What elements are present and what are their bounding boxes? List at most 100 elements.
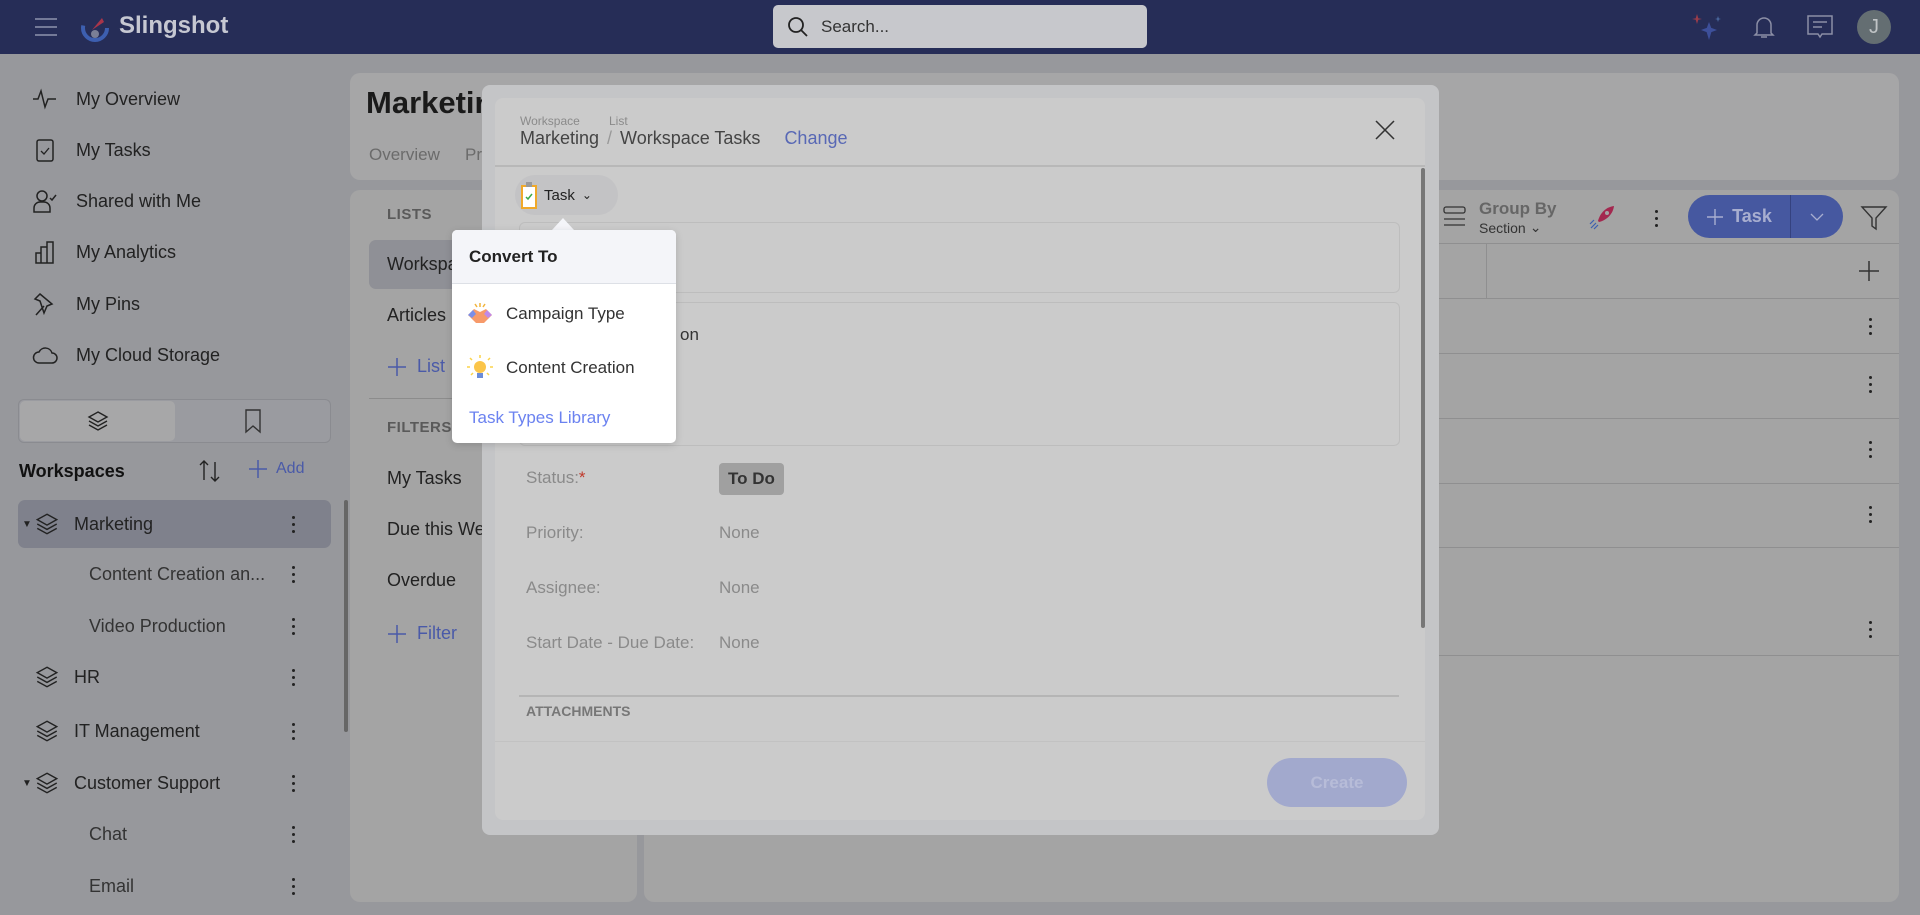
add-task-dropdown-button[interactable]	[1791, 195, 1843, 238]
row-more-icon[interactable]	[1860, 499, 1880, 529]
status-badge[interactable]: To Do	[719, 463, 784, 495]
group-by-label: Group By	[1479, 199, 1557, 218]
breadcrumb: Marketing / Workspace Tasks Change	[520, 128, 848, 149]
row-more-icon[interactable]	[1860, 614, 1880, 644]
lists-title: LISTS	[387, 206, 433, 223]
hamburger-menu-icon[interactable]	[33, 14, 59, 40]
activity-icon	[33, 88, 56, 110]
footer-divider	[495, 741, 1425, 742]
workspace-item[interactable]: Content Creation an...	[18, 550, 331, 598]
add-workspace-button[interactable]: Add	[248, 459, 304, 479]
workspace-item[interactable]: ▼ Marketing	[18, 500, 331, 548]
workspace-more-icon[interactable]	[283, 871, 303, 901]
nav-my-pins[interactable]: My Pins	[32, 287, 140, 321]
workspace-item[interactable]: ▼ Customer Support	[18, 759, 331, 807]
workspace-more-icon[interactable]	[283, 611, 303, 641]
caret-down-icon[interactable]: ▼	[22, 519, 32, 530]
user-avatar[interactable]: J	[1857, 10, 1891, 44]
add-list-button[interactable]: List	[387, 356, 445, 377]
plus-icon	[1707, 208, 1724, 225]
task-type-label: Task	[544, 186, 575, 204]
notifications-bell-icon[interactable]	[1751, 14, 1777, 40]
change-location-link[interactable]: Change	[784, 128, 847, 149]
sidebar-scrollbar[interactable]	[344, 500, 348, 732]
ai-sparkle-icon[interactable]	[1691, 12, 1723, 44]
workspace-item[interactable]: HR	[18, 653, 331, 701]
group-by-icon[interactable]	[1443, 205, 1467, 229]
group-by-value: Section	[1479, 219, 1526, 236]
nav-my-tasks[interactable]: My Tasks	[32, 133, 151, 167]
add-filter-button[interactable]: Filter	[387, 623, 457, 644]
task-types-library-link[interactable]: Task Types Library	[469, 408, 610, 428]
workspace-item[interactable]: Chat	[18, 810, 331, 858]
bookmark-icon	[244, 409, 261, 434]
workspace-more-icon[interactable]	[283, 662, 303, 692]
add-list-label: List	[417, 356, 446, 376]
chevron-down-icon	[1810, 213, 1824, 221]
breadcrumb-workspace: Marketing	[520, 128, 600, 148]
group-by-select[interactable]: Section ⌄	[1479, 219, 1541, 236]
bookmarks-view-tab[interactable]	[175, 401, 330, 441]
priority-value[interactable]: None	[719, 523, 760, 543]
filter-my-tasks[interactable]: My Tasks	[387, 468, 462, 489]
workspace-item[interactable]: Video Production	[18, 602, 331, 650]
divider	[495, 165, 1425, 167]
nav-label: Shared with Me	[76, 190, 202, 211]
popup-item-label: Content Creation	[506, 358, 635, 377]
modal-scrollbar[interactable]	[1421, 168, 1425, 628]
nav-my-cloud-storage[interactable]: My Cloud Storage	[32, 338, 220, 372]
workspace-item[interactable]: Email	[18, 862, 331, 910]
workspace-more-icon[interactable]	[283, 768, 303, 798]
add-task-button[interactable]: Task	[1688, 195, 1790, 238]
layers-icon	[34, 664, 60, 695]
row-more-icon[interactable]	[1860, 369, 1880, 399]
lightbulb-icon	[467, 355, 493, 378]
pin-icon	[33, 292, 54, 316]
clipboard-task-icon	[521, 182, 537, 209]
nav-my-overview[interactable]: My Overview	[32, 82, 180, 116]
messages-icon[interactable]	[1806, 14, 1834, 40]
rocket-icon[interactable]	[1588, 203, 1616, 231]
assignee-value[interactable]: None	[719, 578, 760, 598]
convert-campaign-type[interactable]: Campaign Type	[452, 294, 676, 334]
divider	[519, 695, 1399, 697]
workspace-more-icon[interactable]	[283, 559, 303, 589]
workspace-more-icon[interactable]	[283, 716, 303, 746]
workspaces-view-tab[interactable]	[20, 401, 175, 441]
clipboard-check-icon	[36, 139, 54, 162]
tab-overview[interactable]: Overview	[369, 145, 440, 165]
workspace-item[interactable]: IT Management	[18, 707, 331, 755]
task-type-chip[interactable]: Task ⌄	[515, 175, 618, 215]
priority-label: Priority:	[526, 523, 584, 542]
workspace-label: Chat	[89, 823, 128, 844]
workspace-label: IT Management	[74, 720, 200, 741]
row-more-icon[interactable]	[1860, 434, 1880, 464]
nav-label: My Tasks	[76, 139, 151, 160]
filter-due-this-week[interactable]: Due this Wee	[387, 519, 495, 540]
convert-content-creation[interactable]: Content Creation	[452, 348, 676, 388]
chevron-down-icon: ⌄	[581, 188, 592, 202]
caret-down-icon[interactable]: ▼	[22, 778, 32, 789]
tab-second[interactable]: Pr	[465, 145, 482, 165]
filter-icon[interactable]	[1860, 205, 1888, 231]
row-more-icon[interactable]	[1860, 311, 1880, 341]
dates-value[interactable]: None	[719, 633, 760, 653]
sidebar-view-switcher	[18, 399, 331, 443]
search-input[interactable]: Search...	[773, 5, 1147, 48]
add-column-icon[interactable]	[1858, 260, 1880, 282]
workspace-more-icon[interactable]	[283, 819, 303, 849]
nav-shared-with-me[interactable]: Shared with Me	[32, 184, 201, 218]
workspace-more-icon[interactable]	[283, 509, 303, 539]
close-icon[interactable]	[1373, 118, 1397, 142]
nav-my-analytics[interactable]: My Analytics	[32, 235, 176, 269]
sort-icon[interactable]	[197, 458, 223, 484]
list-item-articles[interactable]: Articles	[387, 305, 446, 326]
more-options-icon[interactable]	[1646, 203, 1666, 233]
filter-overdue[interactable]: Overdue	[387, 570, 456, 591]
modal-card: Workspace List Marketing / Workspace Tas…	[495, 98, 1425, 820]
column-divider	[1486, 243, 1487, 298]
create-task-modal: Workspace List Marketing / Workspace Tas…	[482, 85, 1439, 835]
create-button[interactable]: Create	[1267, 758, 1407, 807]
status-label: Status:*	[526, 468, 586, 488]
bar-chart-icon	[35, 241, 54, 264]
